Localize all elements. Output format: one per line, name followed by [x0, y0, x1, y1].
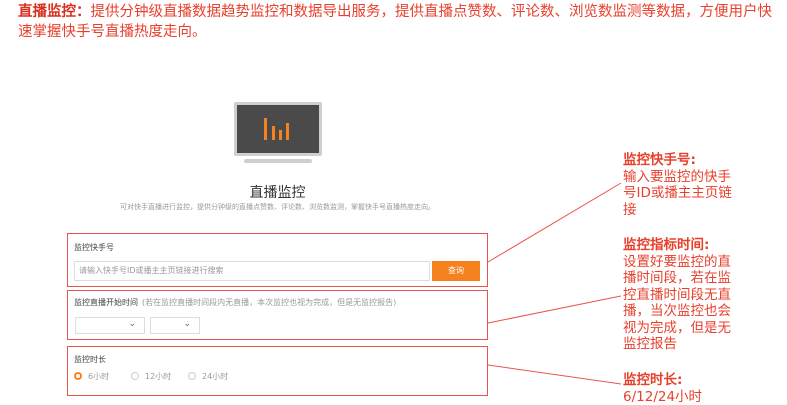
annotation-heading: 监控快手号:: [623, 152, 743, 169]
annotation-heading: 监控时长:: [623, 372, 743, 389]
annotation-body: 6/12/24小时: [623, 389, 743, 405]
annotation-body: 设置好要监控的直播时间段，若在监控直播时间段无直播，当次监控也会视为完成，但是无…: [623, 254, 743, 353]
annotation-heading: 监控指标时间:: [623, 237, 743, 254]
annotation-body: 输入要监控的快手号ID或播主主页链接: [623, 169, 743, 219]
annotation-account: 监控快手号: 输入要监控的快手号ID或播主主页链接: [623, 152, 743, 218]
annotation-duration: 监控时长: 6/12/24小时: [623, 372, 743, 405]
annotation-start-time: 监控指标时间: 设置好要监控的直播时间段，若在监控直播时间段无直播，当次监控也会…: [623, 237, 743, 353]
